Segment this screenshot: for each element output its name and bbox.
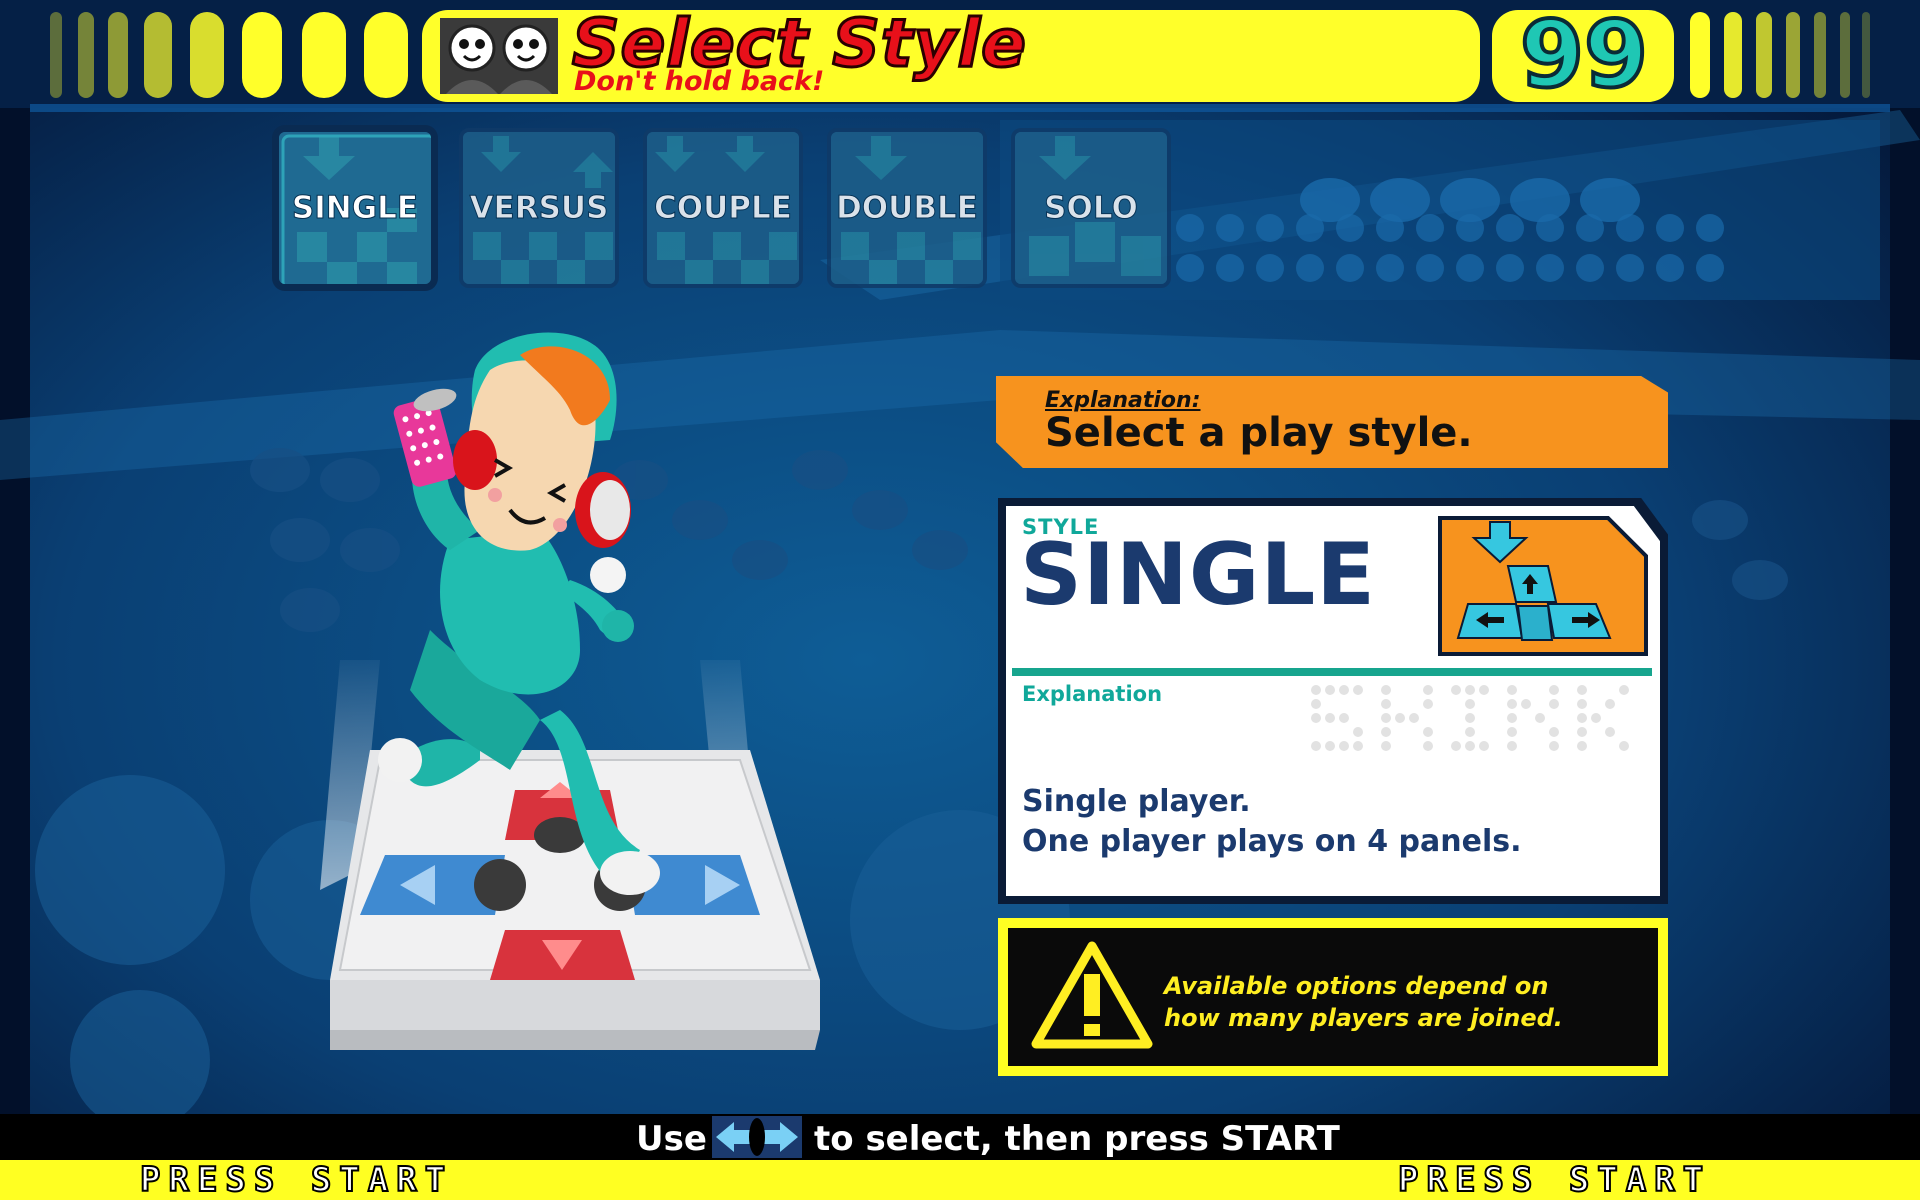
tab-label: SOLO: [1044, 190, 1139, 227]
warning-icon: [1031, 941, 1153, 1049]
card-explanation-label: Explanation: [1022, 682, 1163, 706]
press-start-right[interactable]: PRESS START: [1397, 1159, 1711, 1200]
tab-label: SINGLE: [291, 190, 419, 227]
tab-double[interactable]: DOUBLE: [827, 128, 987, 288]
player-faces-icon: [440, 18, 558, 94]
tab-label: DOUBLE: [836, 190, 979, 227]
tab-single[interactable]: SINGLE: [275, 128, 435, 288]
style-description: Single player. One player plays on 4 pan…: [1022, 782, 1522, 862]
tab-couple[interactable]: COUPLE: [643, 128, 803, 288]
style-name: SINGLE: [1020, 525, 1377, 625]
tab-solo[interactable]: SOLO: [1011, 128, 1171, 288]
warning-line-2: how many players are joined.: [1164, 1004, 1563, 1032]
card-watermark: [1311, 685, 1629, 751]
explanation-banner-text: Select a play style.: [1045, 410, 1473, 456]
dancer-character: [320, 332, 820, 1050]
warning-line-1: Available options depend on: [1164, 972, 1549, 1000]
page-subtitle: Don't hold back!: [574, 66, 825, 97]
press-start-left[interactable]: PRESS START: [139, 1159, 453, 1200]
warning-text: Available options depend on how many pla…: [1164, 970, 1563, 1034]
panel-layout-icon: [1438, 516, 1648, 656]
tab-versus[interactable]: VERSUS: [459, 128, 619, 288]
style-description-line-1: Single player.: [1022, 784, 1251, 819]
card-divider: [1012, 668, 1652, 676]
style-description-line-2: One player plays on 4 panels.: [1022, 824, 1522, 859]
tab-label: COUPLE: [654, 190, 793, 227]
panel-select-icon: [712, 1116, 802, 1158]
instruction-prefix: Use: [636, 1119, 707, 1159]
instruction-suffix: to select, then press START: [814, 1119, 1340, 1159]
timer: 99: [1518, 0, 1650, 110]
tab-label: VERSUS: [469, 190, 609, 227]
